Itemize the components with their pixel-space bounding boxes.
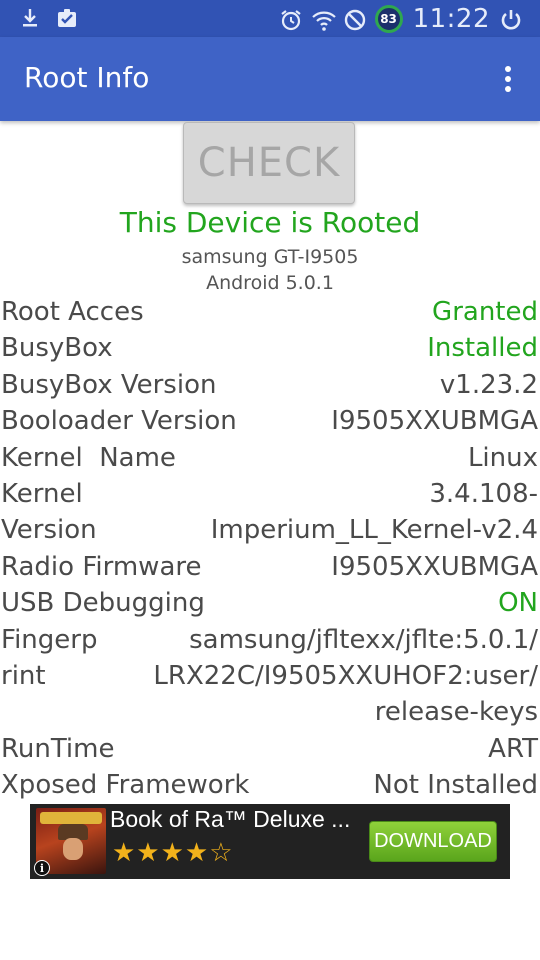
ad-logo xyxy=(40,812,102,824)
clipboard-check-icon xyxy=(56,7,78,29)
info-key: Radio Firmware xyxy=(1,551,202,582)
android-version: Android 5.0.1 xyxy=(206,272,334,294)
info-key: BusyBox Version xyxy=(1,369,217,400)
info-row-radio-firmware: Radio Firmware I9505XXUBMGA xyxy=(0,549,540,585)
info-row-busybox-version: BusyBox Version v1.23.2 xyxy=(0,367,540,403)
app-title: Root Info xyxy=(24,61,150,94)
info-key: Kernel Version xyxy=(1,479,97,546)
alarm-icon xyxy=(279,8,301,31)
info-value: ART xyxy=(488,733,538,764)
info-row-runtime: RunTime ART xyxy=(0,731,540,767)
status-bar: 83 11:22 xyxy=(0,0,540,37)
info-row-root-access: Root Acces Granted xyxy=(0,294,540,330)
app-bar: Root Info xyxy=(0,37,540,121)
info-key: Kernel Name xyxy=(1,442,176,473)
ad-title[interactable]: Book of Ra™ Deluxe ... xyxy=(110,806,350,833)
info-key: BusyBox xyxy=(1,333,113,364)
info-key: USB Debugging xyxy=(1,588,205,619)
device-info: samsung GT-I9505 Android 5.0.1 xyxy=(0,244,540,296)
more-vert-icon[interactable] xyxy=(502,65,514,93)
info-icon[interactable]: i xyxy=(34,860,50,876)
battery-icon: 83 xyxy=(374,5,403,33)
info-row-kernel-version: Kernel Version 3.4.108- Imperium_LL_Kern… xyxy=(0,476,540,549)
info-value: ON xyxy=(498,588,538,619)
info-key: Xposed Framework xyxy=(1,770,250,801)
info-value: I9505XXUBMGA xyxy=(331,406,538,437)
ad-download-button[interactable]: DOWNLOAD xyxy=(369,821,497,862)
info-value: samsung/jfltexx/jflte:5.0.1/ LRX22C/I950… xyxy=(153,624,538,728)
info-value: I9505XXUBMGA xyxy=(331,551,538,582)
info-key: Booloader Version xyxy=(1,406,237,437)
ad-banner[interactable]: i Book of Ra™ Deluxe ... ★★★★☆ DOWNLOAD xyxy=(30,804,510,879)
info-list: Root Acces Granted BusyBox Installed Bus… xyxy=(0,294,540,804)
info-value: Granted xyxy=(432,297,538,327)
info-key: Root Acces xyxy=(1,297,144,327)
info-value: 3.4.108- Imperium_LL_Kernel-v2.4 xyxy=(210,479,538,546)
do-not-disturb-icon xyxy=(343,8,365,31)
info-row-fingerprint: Fingerp rint samsung/jfltexx/jflte:5.0.1… xyxy=(0,622,540,731)
info-row-bootloader-version: Booloader Version I9505XXUBMGA xyxy=(0,403,540,439)
root-status-text: This Device is Rooted xyxy=(119,206,421,239)
ad-rating-stars: ★★★★☆ xyxy=(112,838,234,868)
info-value: Linux xyxy=(467,442,538,473)
info-value: Not Installed xyxy=(373,770,538,801)
check-button[interactable]: CHECK xyxy=(183,122,355,204)
info-row-kernel-name: Kernel Name Linux xyxy=(0,440,540,476)
device-model: samsung GT-I9505 xyxy=(181,246,359,268)
info-row-usb-debugging: USB Debugging ON xyxy=(0,585,540,621)
info-row-busybox: BusyBox Installed xyxy=(0,330,540,366)
download-icon xyxy=(20,7,42,29)
info-key: Fingerp rint xyxy=(1,624,98,692)
info-key: RunTime xyxy=(1,733,115,764)
info-value: Installed xyxy=(427,333,538,364)
info-value: v1.23.2 xyxy=(439,369,538,400)
wifi-icon xyxy=(311,8,336,31)
ad-character-face xyxy=(63,838,83,860)
info-row-xposed-framework: Xposed Framework Not Installed xyxy=(0,767,540,803)
power-icon xyxy=(500,8,522,30)
clock-time: 11:22 xyxy=(412,4,490,34)
